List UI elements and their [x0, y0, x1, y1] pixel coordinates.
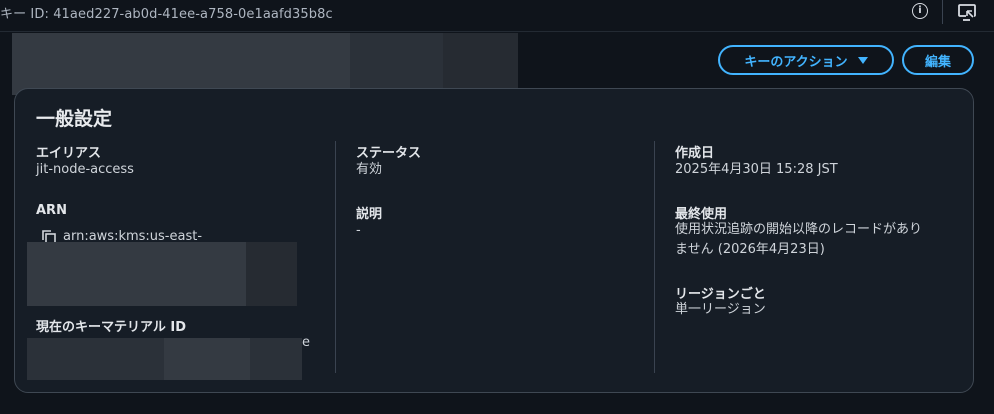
key-actions-label: キーのアクション	[744, 54, 848, 70]
status-label: ステータス	[356, 146, 422, 161]
info-icon[interactable]: i	[912, 3, 928, 19]
arn-label: ARN	[36, 203, 67, 218]
last-used-value-line2: ません (2026年4月23日)	[675, 242, 825, 257]
caret-down-icon	[857, 56, 868, 64]
description-label: 説明	[356, 207, 383, 222]
top-bar: キー ID: 41aed227-ab0d-41ee-a758-0e1aafd35…	[0, 0, 994, 24]
edit-label: 編集	[924, 54, 951, 70]
redacted-block	[27, 338, 164, 380]
last-used-value-line1: 使用状況追跡の開始以降のレコードがあり	[675, 222, 923, 237]
redacted-block	[12, 33, 350, 95]
screen-icon[interactable]	[957, 2, 977, 22]
column-divider	[335, 141, 336, 373]
key-material-value-tail: e	[302, 335, 310, 350]
redacted-block	[27, 242, 246, 306]
region-value: 単一リージョン	[675, 302, 766, 317]
general-settings-title: 一般設定	[36, 108, 113, 130]
redacted-block	[443, 33, 518, 95]
redacted-block	[350, 33, 443, 95]
created-label: 作成日	[675, 146, 715, 161]
description-value: -	[356, 223, 361, 238]
key-actions-button[interactable]: キーのアクション	[718, 45, 894, 75]
redacted-block	[246, 242, 297, 306]
status-value: 有効	[356, 162, 383, 177]
alias-value: jit-node-access	[36, 162, 134, 177]
redacted-block	[164, 338, 250, 380]
toolbar-divider	[942, 0, 943, 24]
redacted-block	[250, 338, 302, 380]
key-material-label: 現在のキーマテリアル ID	[36, 320, 187, 335]
alias-label: エイリアス	[36, 146, 102, 161]
edit-button[interactable]: 編集	[902, 45, 974, 75]
header-separator	[0, 31, 994, 32]
key-id-heading: キー ID: 41aed227-ab0d-41ee-a758-0e1aafd35…	[0, 7, 333, 22]
column-divider	[654, 141, 655, 373]
created-value: 2025年4月30日 15:28 JST	[675, 162, 838, 177]
